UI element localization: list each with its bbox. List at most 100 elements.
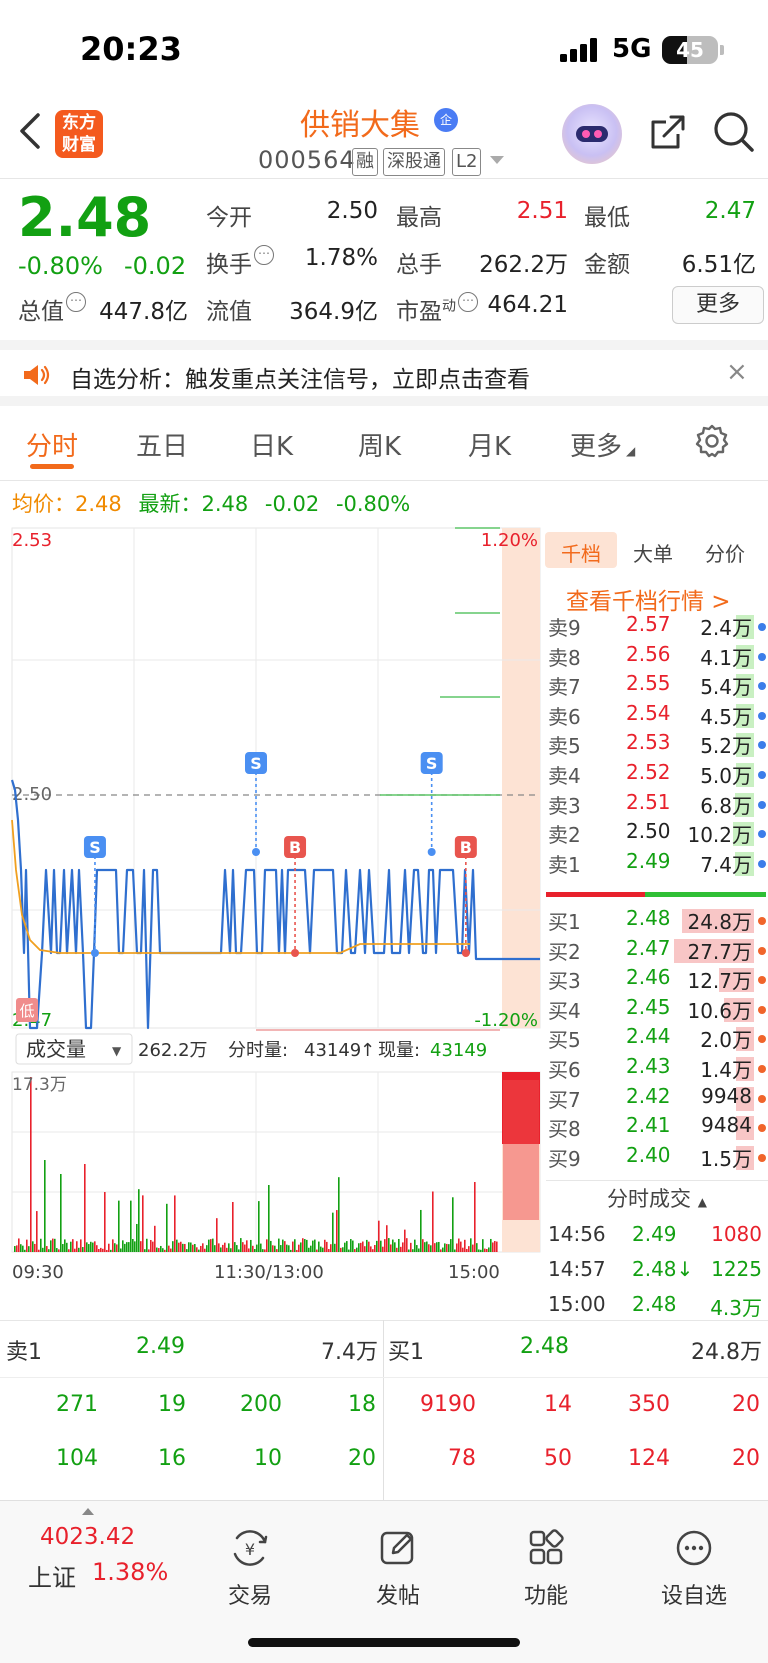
level-table-divider	[383, 1320, 384, 1500]
volume-bar	[256, 1244, 258, 1252]
index-name[interactable]: 上证	[28, 1558, 76, 1593]
orderbook-tab-price[interactable]: 分价	[705, 538, 745, 567]
chevron-down-icon[interactable]: ▼	[112, 1044, 122, 1058]
home-indicator[interactable]	[248, 1638, 520, 1647]
nav-functions[interactable]: 功能	[496, 1528, 596, 1610]
orderbook-bid-row[interactable]: 买1 2.48 24.8万	[548, 906, 766, 936]
more-button[interactable]: 更多	[672, 286, 764, 324]
close-icon[interactable]: ×	[726, 357, 748, 387]
stock-code[interactable]: 000564	[258, 146, 356, 174]
tab-weekly-k[interactable]: 周K	[358, 426, 401, 463]
share-icon[interactable]	[648, 112, 688, 152]
volume-bar	[116, 1244, 118, 1252]
low-label: 最低	[584, 205, 630, 231]
orderbook-tab-large[interactable]: 大单	[633, 538, 673, 567]
index-percent[interactable]: 1.38%	[92, 1558, 168, 1586]
interval-volume-label: 分时量:	[228, 1040, 288, 1061]
gear-icon[interactable]	[694, 424, 730, 460]
tab-five-day[interactable]: 五日	[136, 426, 188, 463]
index-value[interactable]: 4023.42	[40, 1524, 135, 1550]
volume-selector-label[interactable]: 成交量	[26, 1037, 86, 1061]
orderbook-bid-row[interactable]: 买7 2.42 9948	[548, 1084, 766, 1114]
orderbook-ask-row[interactable]: 卖1 2.49 7.4万	[548, 849, 766, 879]
orderbook-level-label: 卖2	[548, 823, 581, 848]
intraday-chart[interactable]: 2.53 2.50 2.47 1.20% -1.20% SSBSB 低 成交量 …	[0, 520, 545, 1320]
volume-bar	[22, 1245, 24, 1252]
orderbook-level-price: 2.50	[626, 819, 671, 844]
orderbook-ask-row[interactable]: 卖3 2.51 6.8万	[548, 790, 766, 820]
orderbook-ask-row[interactable]: 卖8 2.56 4.1万	[548, 642, 766, 672]
marker-label-3[interactable]: S	[426, 754, 438, 773]
orderbook-ask-row[interactable]: 卖7 2.55 5.4万	[548, 671, 766, 701]
turnover-value: 1.78%	[304, 245, 378, 271]
orderbook-ask-row[interactable]: 卖9 2.57 2.4万	[548, 612, 766, 642]
info-icon[interactable]: ⋯	[254, 245, 274, 265]
tabs-divider	[0, 480, 768, 481]
volume-bar	[338, 1177, 340, 1252]
volume-bar	[374, 1245, 376, 1252]
volume-bar	[410, 1242, 412, 1252]
caret-icon: ◢	[626, 444, 636, 458]
volume-bar	[164, 1249, 166, 1252]
interval-volume-value: 43149	[304, 1040, 361, 1061]
chevron-up-icon[interactable]	[82, 1508, 94, 1515]
nav-add-watchlist[interactable]: 设自选	[644, 1528, 744, 1610]
volume-bar	[352, 1240, 354, 1252]
app-logo[interactable]: 东方财富	[55, 110, 103, 158]
marker-label-1[interactable]: S	[250, 754, 262, 773]
level-buy-cell: 78	[448, 1446, 476, 1471]
pe-label-text: 市盈	[396, 299, 442, 325]
nav-trade[interactable]: ¥ 交易	[200, 1528, 300, 1610]
nav-post[interactable]: 发帖	[348, 1528, 448, 1610]
volume-bar	[70, 1241, 72, 1252]
orderbook-dot	[758, 800, 766, 809]
tab-intraday[interactable]: 分时	[26, 426, 78, 463]
orderbook-bid-row[interactable]: 买4 2.45 10.6万	[548, 995, 766, 1025]
alert-text[interactable]: 自选分析：触发重点关注信号，立即点击查看	[70, 360, 530, 394]
orderbook-ask-row[interactable]: 卖2 2.50 10.2万	[548, 819, 766, 849]
tab-monthly-k[interactable]: 月K	[468, 426, 511, 463]
orderbook-bid-row[interactable]: 买8 2.41 9484	[548, 1113, 766, 1143]
ai-assistant-avatar[interactable]	[562, 104, 622, 164]
tick-row: 15:00 2.48 4.3万	[546, 1292, 768, 1322]
orderbook-level-volume: 27.7万	[687, 939, 752, 964]
marker-label-2[interactable]: B	[289, 838, 301, 857]
orderbook-bid-row[interactable]: 买3 2.46 12.7万	[548, 965, 766, 995]
tab-daily-k[interactable]: 日K	[250, 426, 293, 463]
volume-bar	[52, 1238, 54, 1252]
view-depth-link[interactable]: 查看千档行情 >	[566, 582, 731, 616]
current-volume-value: 43149	[430, 1040, 487, 1061]
orderbook-ask-row[interactable]: 卖6 2.54 4.5万	[548, 701, 766, 731]
marker-label-0[interactable]: S	[89, 838, 101, 857]
orderbook-bid-row[interactable]: 买9 2.40 1.5万	[548, 1143, 766, 1173]
volume-bar	[186, 1249, 188, 1252]
orderbook-bid-row[interactable]: 买6 2.43 1.4万	[548, 1054, 766, 1084]
speaker-icon	[24, 365, 50, 385]
marker-label-4[interactable]: B	[460, 838, 472, 857]
volume-bar	[390, 1244, 392, 1252]
orderbook-ask-row[interactable]: 卖5 2.53 5.2万	[548, 730, 766, 760]
volume-bar	[258, 1201, 260, 1252]
amount-label: 金额	[584, 252, 630, 278]
volume-bar	[416, 1245, 418, 1252]
orderbook-bid-row[interactable]: 买2 2.47 27.7万	[548, 936, 766, 966]
more-dots-icon	[676, 1530, 712, 1566]
orderbook-bid-row[interactable]: 买5 2.44 2.0万	[548, 1024, 766, 1054]
orderbook-dot	[758, 711, 766, 720]
info-icon[interactable]: ⋯	[458, 292, 478, 312]
level-buy-cell: 350	[628, 1392, 670, 1417]
chevron-down-icon[interactable]	[490, 156, 504, 164]
volume-value: 262.2万	[479, 252, 568, 278]
back-icon[interactable]	[18, 112, 42, 150]
tick-trades-header[interactable]: 分时成交 ▲	[546, 1180, 768, 1216]
tab-more[interactable]: 更多 ◢	[570, 426, 635, 463]
search-icon[interactable]	[712, 110, 756, 154]
orderbook-tab-depth[interactable]: 千档	[561, 538, 601, 567]
info-icon[interactable]: ⋯	[66, 292, 86, 312]
average-price-row: 均价：2.48 最新：2.48 -0.02 -0.80%	[12, 488, 410, 518]
volume-bar	[450, 1239, 452, 1252]
orderbook-ask-row[interactable]: 卖4 2.52 5.0万	[548, 760, 766, 790]
volume-bar	[452, 1197, 454, 1252]
volume-bar	[268, 1185, 270, 1252]
level-sell-cell: 200	[240, 1392, 282, 1417]
